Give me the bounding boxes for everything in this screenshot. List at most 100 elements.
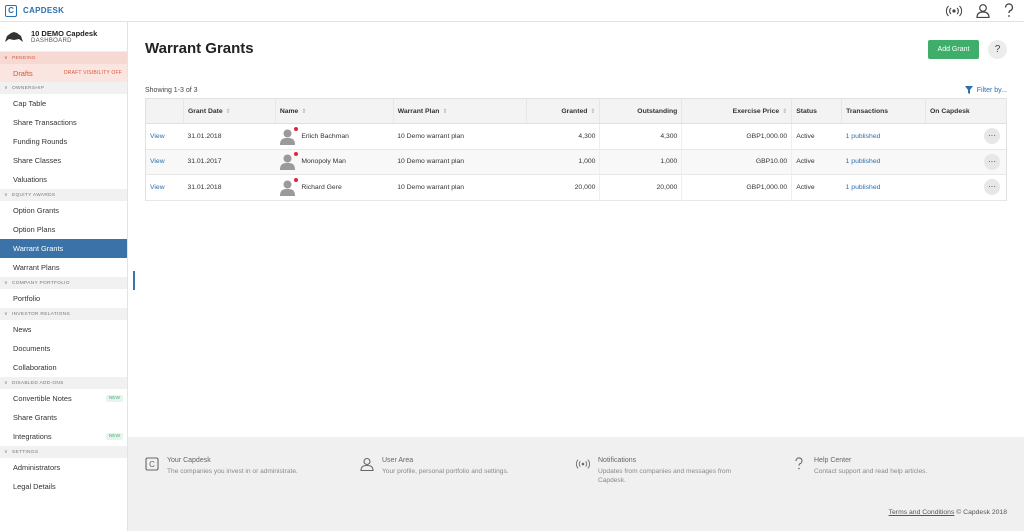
footer: C Your Capdesk The companies you invest i… — [128, 437, 1024, 531]
sidebar-item-documents[interactable]: Documents — [0, 339, 127, 358]
sidebar-item-convertible-notes[interactable]: Convertible Notes NEW — [0, 389, 127, 408]
transactions-link[interactable]: 1 published — [846, 133, 881, 140]
grant-date: 31.01.2018 — [187, 183, 222, 191]
sidebar-item-legal-details[interactable]: Legal Details — [0, 477, 127, 496]
avatar-icon — [279, 152, 299, 171]
status: Active — [796, 132, 815, 140]
sidebar-item-cap-table[interactable]: Cap Table — [0, 94, 127, 113]
section-equity-awards[interactable]: ∨ EQUITY AWARDS — [0, 189, 127, 201]
view-link[interactable]: View — [150, 184, 165, 191]
col-grant-date[interactable]: Grant Date ⇕ — [183, 98, 276, 124]
sidebar-item-administrators[interactable]: Administrators — [0, 458, 127, 477]
filter-button[interactable]: Filter by... — [964, 86, 1007, 94]
footer-user-area[interactable]: User Area Your profile, personal portfoli… — [360, 457, 542, 476]
new-badge: NEW — [105, 433, 123, 440]
question-icon — [795, 457, 803, 470]
sort-icon: ⇕ — [782, 108, 788, 115]
warrant-plan: 10 Demo warrant plan — [397, 132, 465, 140]
user-icon[interactable] — [976, 3, 990, 18]
company-switcher[interactable]: 10 DEMO Capdesk DASHBOARD — [0, 22, 127, 52]
warrant-plan: 10 Demo warrant plan — [397, 183, 465, 191]
transactions-link[interactable]: 1 published — [846, 184, 881, 191]
sidebar-item-share-classes[interactable]: Share Classes — [0, 151, 127, 170]
help-button[interactable]: ? — [988, 40, 1007, 59]
col-outstanding: Outstanding — [599, 98, 683, 124]
notification-dot — [294, 177, 299, 182]
signal-icon[interactable] — [946, 4, 962, 18]
avatar-icon — [279, 177, 299, 196]
sidebar-item-collaboration[interactable]: Collaboration — [0, 358, 127, 377]
sort-icon: ⇕ — [590, 108, 596, 115]
col-warrant-plan[interactable]: Warrant Plan ⇕ — [393, 98, 527, 124]
section-pending[interactable]: ∨ PENDING — [0, 52, 127, 64]
sidebar-item-valuations[interactable]: Valuations — [0, 170, 127, 189]
sidebar-item-portfolio[interactable]: Portfolio — [0, 289, 127, 308]
sidebar-item-funding-rounds[interactable]: Funding Rounds — [0, 132, 127, 151]
capdesk-icon: C — [145, 457, 159, 471]
holder-name: Erlich Bachman — [301, 132, 349, 140]
sort-icon: ⇕ — [225, 108, 231, 115]
table-row: View 31.01.2017 Monopoly Man 10 Demo war… — [145, 149, 1007, 175]
transactions-link[interactable]: 1 published — [846, 158, 881, 165]
table-row: View 31.01.2018 Richard Gere 10 Demo war… — [145, 174, 1007, 200]
col-name[interactable]: Name ⇕ — [275, 98, 394, 124]
chevron-down-icon: ∨ — [4, 55, 8, 61]
col-transactions: Transactions — [841, 98, 927, 124]
company-logo-icon — [5, 31, 23, 42]
view-link[interactable]: View — [150, 158, 165, 165]
more-options-button[interactable]: ··· — [984, 179, 1000, 196]
section-settings[interactable]: ∨ SETTINGS — [0, 446, 127, 458]
filter-icon — [964, 86, 973, 94]
brand-name[interactable]: CAPDESK — [23, 6, 64, 15]
sidebar-item-option-plans[interactable]: Option Plans — [0, 220, 127, 239]
sidebar-item-integrations[interactable]: Integrations NEW — [0, 427, 127, 446]
page-title: Warrant Grants — [145, 40, 254, 57]
more-options-button[interactable]: ··· — [984, 128, 1000, 145]
add-grant-button[interactable]: Add Grant — [928, 40, 979, 59]
top-bar: C CAPDESK — [0, 0, 1024, 22]
main-content: Warrant Grants Add Grant ? Showing 1-3 o… — [128, 22, 1024, 437]
col-granted[interactable]: Granted ⇕ — [526, 98, 601, 124]
chevron-down-icon: ∨ — [4, 311, 8, 317]
footer-your-capdesk[interactable]: C Your Capdesk The companies you invest i… — [145, 457, 327, 476]
more-options-button[interactable]: ··· — [984, 153, 1000, 170]
footer-help-center[interactable]: Help Center Contact support and read help… — [792, 457, 974, 476]
sidebar: 10 DEMO Capdesk DASHBOARD ∨ PENDING Draft… — [0, 22, 128, 531]
col-exercise-price[interactable]: Exercise Price ⇕ — [681, 98, 793, 124]
terms-link[interactable]: Terms and Conditions — [889, 509, 955, 516]
section-investor-relations[interactable]: ∨ INVESTOR RELATIONS — [0, 308, 127, 320]
section-ownership[interactable]: ∨ OWNERSHIP — [0, 82, 127, 94]
company-dashboard-label: DASHBOARD — [31, 38, 72, 44]
table-row: View 31.01.2018 Erlich Bachman 10 Demo w… — [145, 123, 1007, 149]
outstanding: 4,300 — [599, 123, 683, 149]
avatar-icon — [279, 126, 299, 145]
sidebar-item-drafts[interactable]: Drafts DRAFT VISIBILITY OFF — [0, 64, 127, 82]
footer-notifications[interactable]: Notifications Updates from companies and … — [576, 457, 748, 485]
granted: 20,000 — [526, 174, 601, 200]
question-icon[interactable] — [1004, 3, 1014, 18]
copyright: Terms and Conditions © Capdesk 2018 — [888, 509, 1007, 516]
chevron-down-icon: ∨ — [4, 85, 8, 91]
user-icon — [360, 457, 374, 471]
sidebar-item-warrant-grants[interactable]: Warrant Grants — [0, 239, 127, 258]
section-company-portfolio[interactable]: ∨ COMPANY PORTFOLIO — [0, 277, 127, 289]
sidebar-item-option-grants[interactable]: Option Grants — [0, 201, 127, 220]
sidebar-item-warrant-plans[interactable]: Warrant Plans — [0, 258, 127, 277]
holder-name: Monopoly Man — [301, 158, 346, 166]
view-link[interactable]: View — [150, 133, 165, 140]
sidebar-item-share-transactions[interactable]: Share Transactions — [0, 113, 127, 132]
sidebar-item-share-grants[interactable]: Share Grants — [0, 408, 127, 427]
grant-date: 31.01.2018 — [187, 132, 222, 140]
outstanding: 1,000 — [599, 149, 683, 175]
sidebar-item-news[interactable]: News — [0, 320, 127, 339]
col-on-capdesk: On Capdesk — [925, 98, 1007, 124]
outstanding: 20,000 — [599, 174, 683, 200]
chevron-down-icon: ∨ — [4, 449, 8, 455]
notification-dot — [294, 152, 299, 157]
capdesk-logo-icon[interactable]: C — [5, 4, 17, 17]
granted: 1,000 — [526, 149, 601, 175]
col-status: Status — [791, 98, 843, 124]
granted: 4,300 — [526, 123, 601, 149]
chevron-down-icon: ∨ — [4, 192, 8, 198]
section-disabled-add-ons[interactable]: ∨ DISABLED ADD-ONS — [0, 377, 127, 389]
